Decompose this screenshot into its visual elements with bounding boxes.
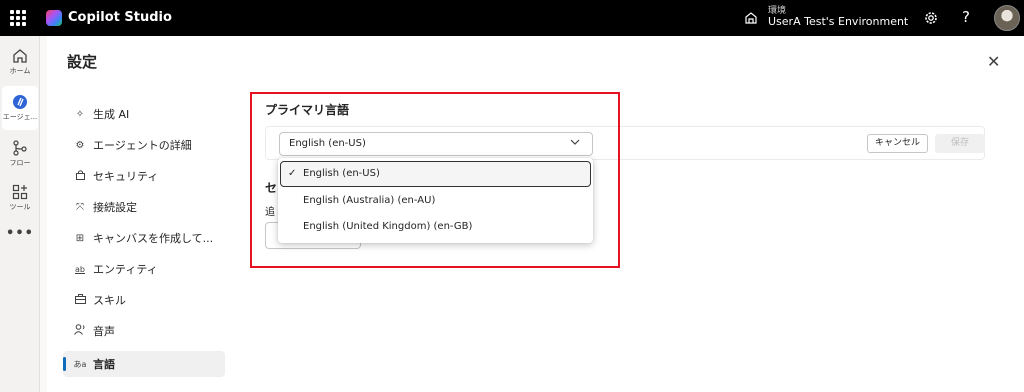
agent-icon — [13, 95, 27, 109]
language-option-en-gb[interactable]: English (United Kingdom) (en-GB) — [278, 215, 593, 241]
gear-icon: ⚙ — [75, 139, 85, 151]
language-icon: あa — [73, 359, 87, 369]
cancel-button[interactable]: キャンセル — [867, 134, 928, 153]
nav-item-language[interactable]: あa 言語 — [63, 351, 225, 377]
app-launcher-icon[interactable] — [10, 10, 26, 26]
environment-icon[interactable] — [744, 11, 758, 25]
app-title[interactable]: Copilot Studio — [68, 10, 172, 25]
connection-icon: ⤧ — [76, 201, 84, 213]
nav-item-generative-ai[interactable]: ✧ 生成 AI — [63, 101, 225, 127]
nav-item-label: スキル — [93, 294, 126, 307]
settings-gear-icon[interactable] — [923, 10, 939, 26]
rail-item-tools[interactable]: ツール — [0, 176, 40, 220]
nav-item-canvas[interactable]: ⊞ キャンバスを作成して... — [63, 225, 225, 251]
nav-item-label: エージェントの詳細 — [93, 139, 192, 152]
option-label: English (United Kingdom) (en-GB) — [303, 221, 473, 232]
nav-item-connection-settings[interactable]: ⤧ 接続設定 — [63, 194, 225, 220]
sparkle-icon: ✧ — [75, 108, 85, 120]
rail-item-home[interactable]: ホーム — [0, 40, 40, 84]
close-icon[interactable]: ✕ — [987, 52, 1000, 71]
save-button[interactable]: 保存 — [935, 134, 985, 153]
copilot-studio-logo-icon — [46, 10, 62, 26]
nav-item-skills[interactable]: スキル — [63, 287, 225, 313]
language-dropdown-list: ✓ English (en-US) English (Australia) (e… — [278, 158, 593, 243]
home-icon — [13, 49, 27, 63]
environment-name[interactable]: UserA Test's Environment — [768, 15, 908, 28]
nav-item-entities[interactable]: ab エンティティ — [63, 256, 225, 282]
entity-icon: ab — [75, 264, 85, 274]
page-title: 設定 — [67, 53, 98, 71]
more-icon[interactable]: ••• — [0, 226, 40, 241]
nav-item-voice[interactable]: 音声 — [63, 318, 225, 344]
voice-icon — [73, 324, 87, 338]
rail-item-label: ツール — [9, 203, 31, 211]
top-bar: Copilot Studio 環境 UserA Test's Environme… — [0, 0, 1024, 36]
canvas-icon: ⊞ — [75, 232, 85, 244]
rail-item-label: ホーム — [9, 67, 31, 75]
option-label: English (en-US) — [303, 168, 380, 179]
rail-item-label: フロー — [9, 159, 31, 167]
settings-panel: 設定 ✕ ✧ 生成 AI ⚙ エージェントの詳細 セキュリティ ⤧ 接続設定 ⊞… — [47, 36, 1024, 392]
nav-item-security[interactable]: セキュリティ — [63, 163, 225, 189]
lock-icon — [73, 169, 87, 183]
rail-item-label: エージェ... — [2, 113, 38, 121]
briefcase-icon — [73, 293, 87, 307]
language-option-en-us[interactable]: ✓ English (en-US) — [280, 161, 591, 187]
help-icon[interactable]: ? — [962, 8, 970, 26]
nav-item-label: 接続設定 — [93, 201, 137, 214]
rail-item-agents[interactable]: エージェ... — [2, 86, 38, 130]
nav-item-label: 生成 AI — [93, 108, 130, 121]
user-avatar[interactable] — [994, 5, 1020, 31]
nav-item-label: セキュリティ — [93, 170, 159, 183]
option-label: English (Australia) (en-AU) — [303, 195, 436, 206]
nav-item-label: 言語 — [93, 358, 115, 371]
nav-item-label: エンティティ — [93, 263, 158, 276]
left-rail: ホーム エージェ... フロー ツール ••• — [0, 36, 40, 392]
nav-item-label: 音声 — [93, 325, 115, 338]
tools-icon — [12, 184, 28, 200]
checkmark-icon: ✓ — [288, 168, 297, 179]
nav-item-label: キャンバスを作成して... — [93, 232, 214, 245]
flow-icon — [13, 140, 27, 156]
language-option-en-au[interactable]: English (Australia) (en-AU) — [278, 189, 593, 215]
rail-item-flows[interactable]: フロー — [0, 132, 40, 176]
nav-item-agent-details[interactable]: ⚙ エージェントの詳細 — [63, 132, 225, 158]
